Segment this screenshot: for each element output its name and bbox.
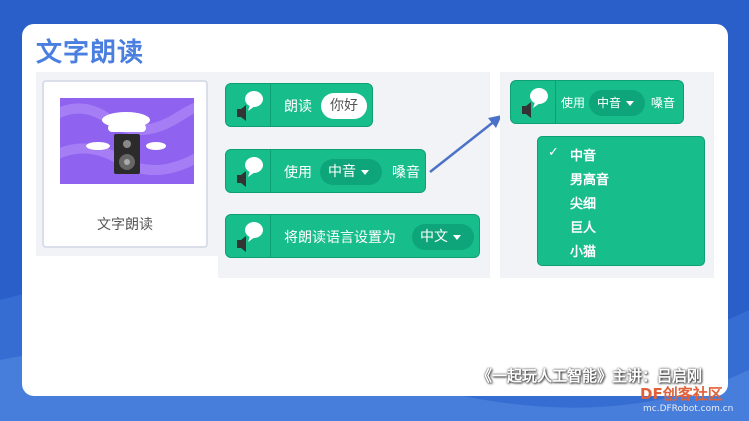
- speak-block[interactable]: 朗读 你好: [225, 83, 373, 127]
- voice-block[interactable]: 使用 中音 嗓音: [225, 149, 426, 193]
- popup-voice-block[interactable]: 使用 中音 嗓音: [510, 80, 684, 124]
- chevron-down-icon: [626, 101, 635, 106]
- popup-voice-dropdown-value: 中音: [597, 96, 622, 110]
- speaker-illustration-icon: [60, 102, 194, 175]
- voice-dropdown-value: 中音: [328, 164, 356, 180]
- voice-option[interactable]: 尖细: [570, 193, 596, 212]
- check-icon: ✓: [548, 145, 559, 160]
- language-dropdown[interactable]: 中文: [412, 224, 474, 250]
- speech-icon: [226, 215, 271, 257]
- chevron-down-icon: [361, 169, 369, 175]
- language-label: 将朗读语言设置为: [284, 230, 396, 246]
- voice-option[interactable]: 巨人: [570, 217, 596, 236]
- extension-label: 文字朗读: [97, 217, 153, 233]
- arrow-icon: [429, 115, 502, 173]
- voice-suffix: 嗓音: [392, 165, 420, 181]
- popup-voice-suffix: 嗓音: [651, 96, 676, 110]
- voice-option[interactable]: 小猫: [570, 241, 596, 260]
- speak-label: 朗读: [284, 99, 312, 115]
- speech-icon: [226, 84, 271, 126]
- watermark-brand: DF创客社区: [640, 385, 723, 403]
- speak-text-input[interactable]: 你好: [321, 93, 367, 119]
- extension-card[interactable]: 文字朗读: [42, 80, 208, 248]
- slide-title: 文字朗读: [36, 38, 145, 68]
- watermark-url: mc.DFRobot.com.cn: [643, 404, 734, 414]
- voice-options-menu: ✓ 中音 男高音 尖细 巨人 小猫: [537, 136, 705, 266]
- voice-dropdown[interactable]: 中音: [320, 159, 382, 185]
- extension-image: [60, 98, 194, 184]
- language-block[interactable]: 将朗读语言设置为 中文: [225, 214, 480, 258]
- speech-icon: [511, 81, 556, 123]
- chevron-down-icon: [453, 234, 461, 240]
- language-dropdown-value: 中文: [420, 229, 448, 245]
- speech-icon: [226, 150, 271, 192]
- voice-prefix: 使用: [284, 165, 312, 181]
- popup-voice-dropdown[interactable]: 中音: [589, 90, 645, 116]
- slide: 文字朗读 文字朗读 朗读 你好 使用 中音 嗓音 将朗读语言设置为 中文 使用 …: [22, 24, 728, 396]
- popup-voice-prefix: 使用: [561, 96, 586, 110]
- voice-option[interactable]: 中音: [570, 145, 596, 164]
- voice-option[interactable]: 男高音: [570, 169, 609, 188]
